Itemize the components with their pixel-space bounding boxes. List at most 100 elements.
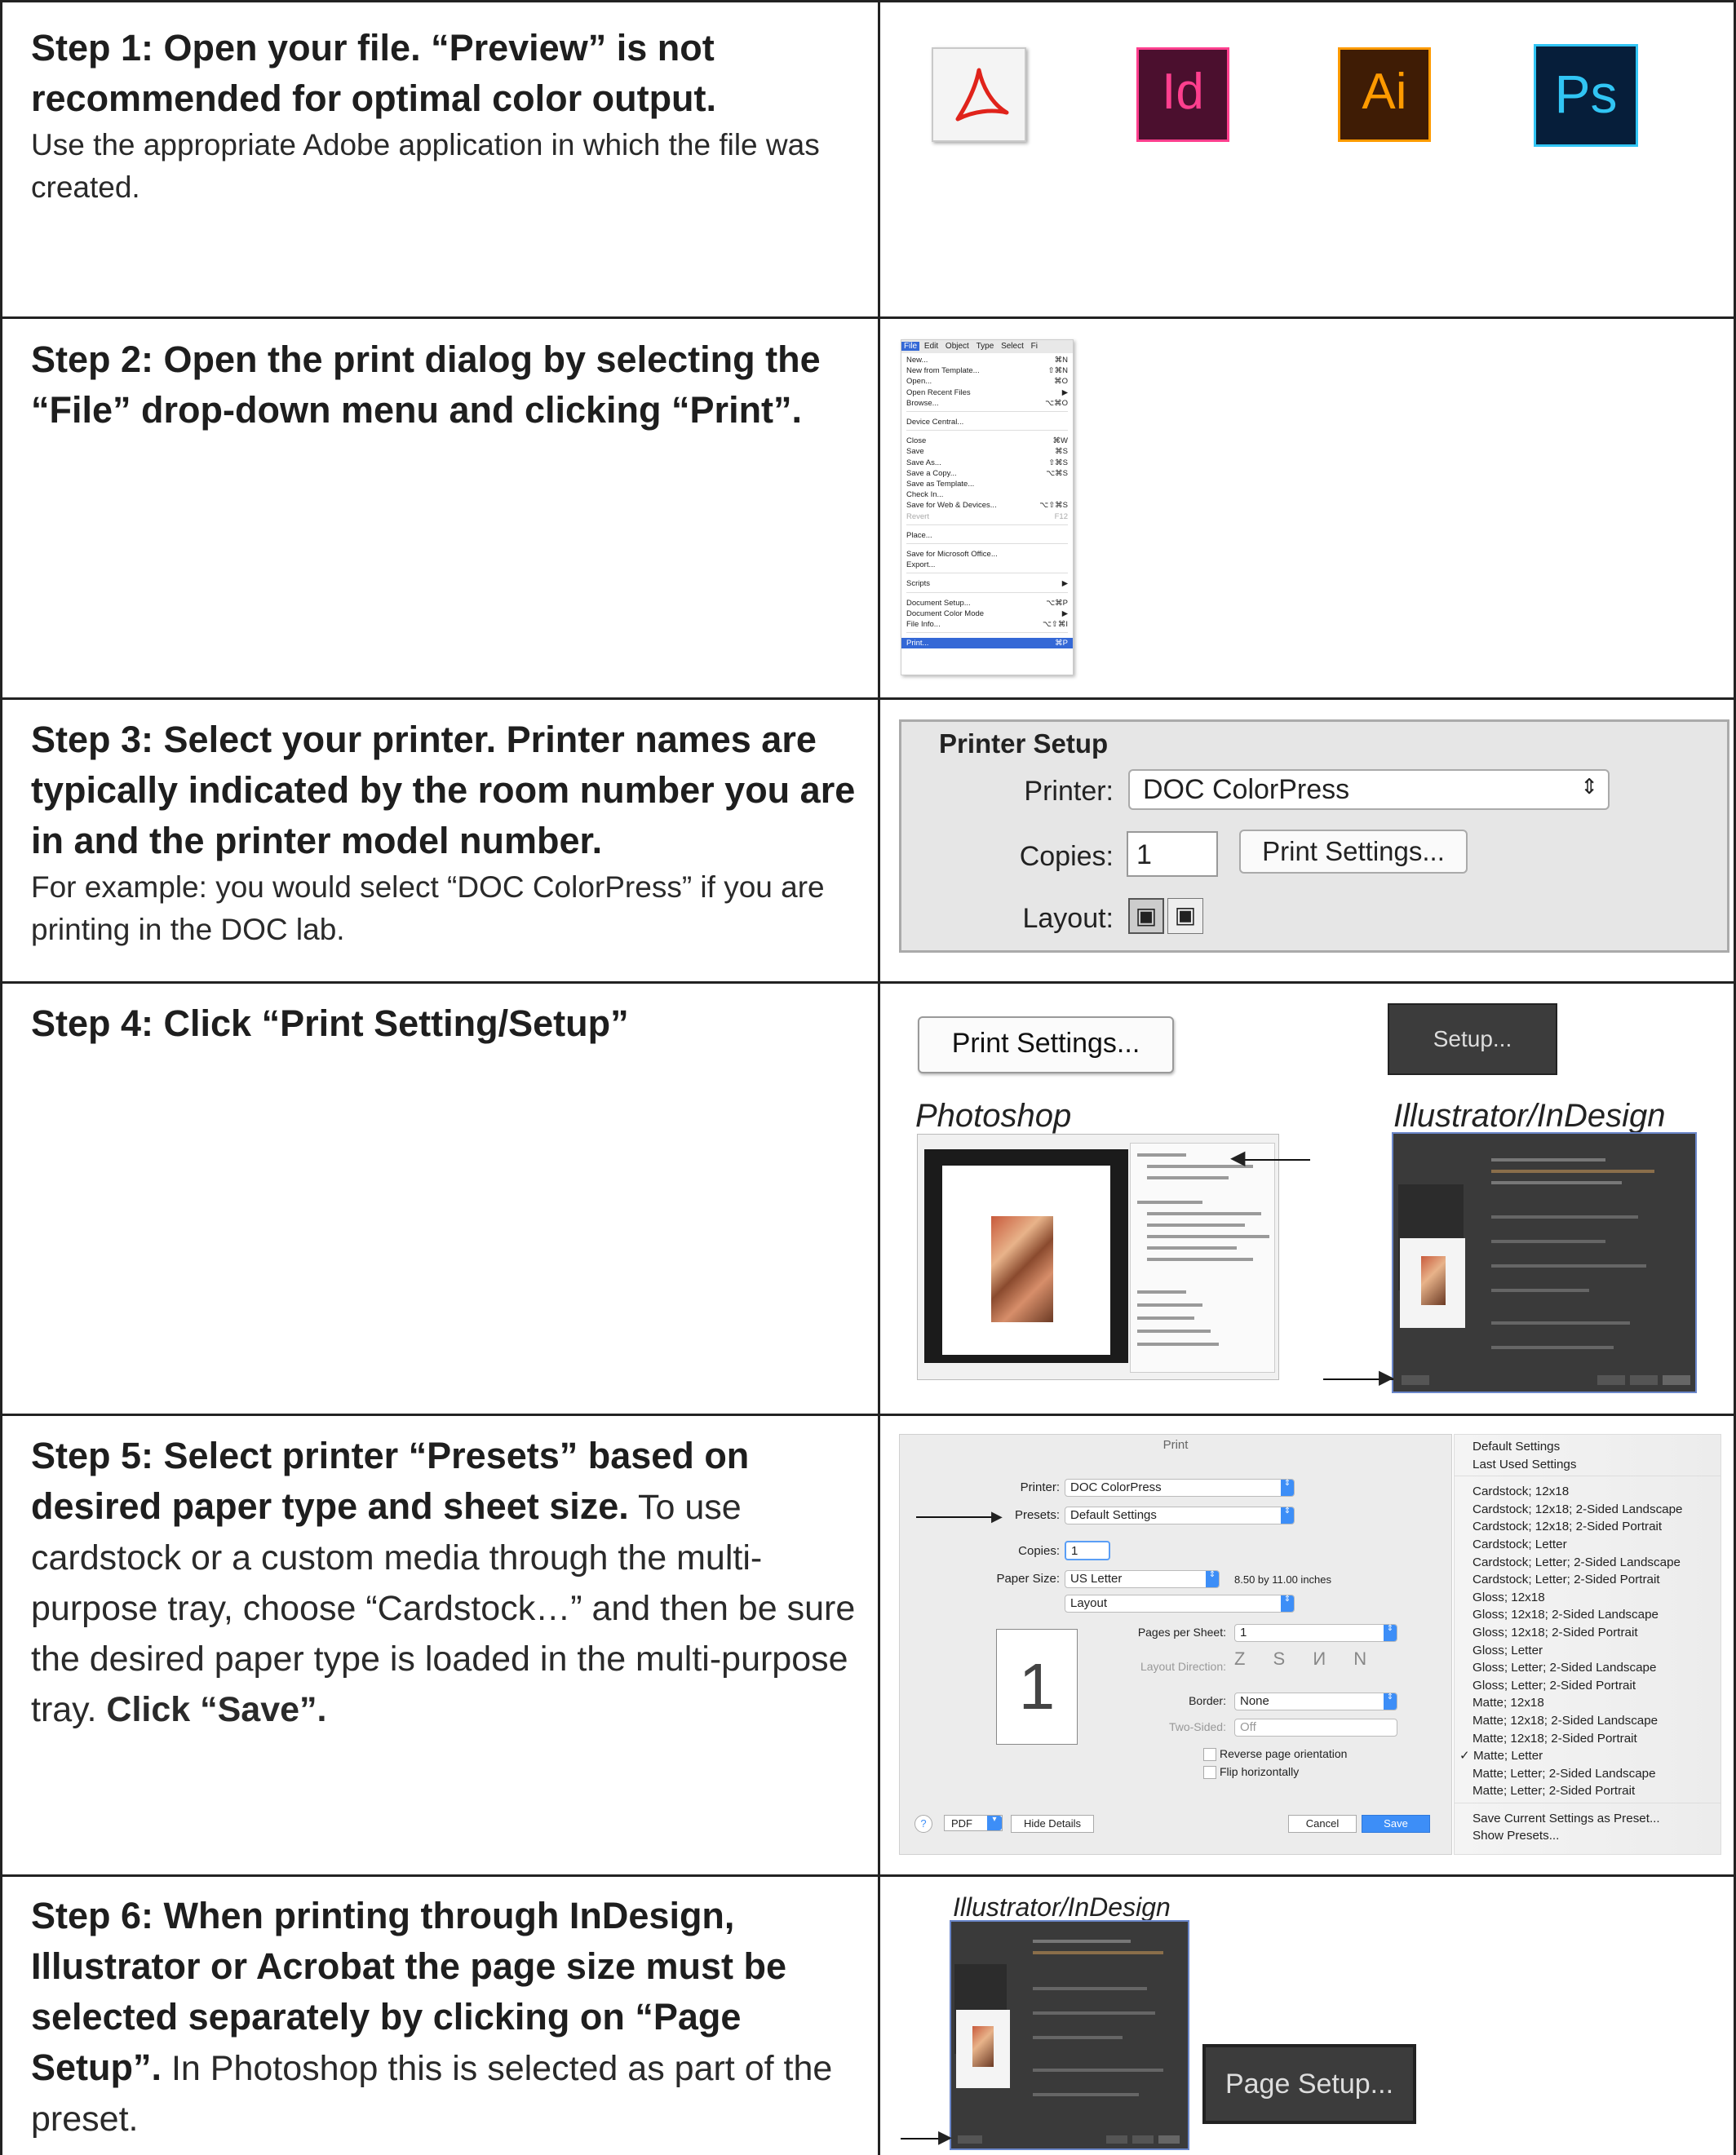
- step-title: Step 2: Open the print dialog by selecti…: [31, 339, 821, 431]
- preset-item[interactable]: Matte; 12x18; 2-Sided Landscape: [1472, 1712, 1720, 1730]
- menu-item[interactable]: Open Recent Files ▶: [906, 387, 1068, 398]
- menu-item[interactable]: Check In...: [906, 489, 1068, 500]
- setup-button[interactable]: Setup...: [1388, 1003, 1557, 1075]
- menu-item[interactable]: Scripts ▶: [906, 578, 1068, 589]
- menu-item[interactable]: Print... ⌘P: [901, 638, 1073, 649]
- preset-item[interactable]: Save Current Settings as Preset...: [1472, 1810, 1720, 1828]
- menu-item[interactable]: File Info... ⌥⇧⌘I: [906, 619, 1068, 630]
- menu-item-label: Browse...: [906, 398, 939, 408]
- print-button[interactable]: [1663, 1375, 1690, 1385]
- stepper-icon: ⇕: [1281, 1480, 1294, 1496]
- preset-item[interactable]: Gloss; Letter; 2-Sided Landscape: [1472, 1659, 1720, 1677]
- menu-item-label: Save as Template...: [906, 480, 975, 489]
- preset-item[interactable]: Matte; Letter; 2-Sided Landscape: [1472, 1765, 1720, 1783]
- menu-item[interactable]: Save ⌘S: [906, 446, 1068, 457]
- preset-item[interactable]: Cardstock; Letter; 2-Sided Portrait: [1472, 1571, 1720, 1589]
- preset-item[interactable]: Default Settings: [1472, 1438, 1720, 1456]
- menu-item-label: New...: [906, 356, 928, 365]
- menu-select[interactable]: Select: [999, 342, 1026, 351]
- presets-select[interactable]: Default Settings ⇕: [1065, 1507, 1295, 1524]
- printer-select[interactable]: DOC ColorPress ⇕: [1065, 1479, 1295, 1497]
- preset-item[interactable]: Gloss; Letter; 2-Sided Portrait: [1472, 1677, 1720, 1695]
- menu-item-label: Save for Web & Devices...: [906, 501, 997, 511]
- menu-item[interactable]: Save As... ⇧⌘S: [906, 458, 1068, 468]
- pages-per-sheet-select[interactable]: 1 ⇕: [1234, 1624, 1397, 1642]
- cancel-button[interactable]: [1132, 2135, 1154, 2144]
- menu-object[interactable]: Object: [943, 342, 972, 351]
- copies-label: Copies:: [1019, 841, 1114, 872]
- menu-item[interactable]: Export...: [906, 560, 1068, 570]
- print-settings-button[interactable]: Print Settings...: [918, 1016, 1174, 1073]
- cancel-button[interactable]: Cancel: [1288, 1815, 1357, 1833]
- menu-file[interactable]: File: [901, 342, 920, 351]
- preset-item[interactable]: Cardstock; 12x18: [1472, 1483, 1720, 1501]
- preset-item[interactable]: Gloss; Letter: [1472, 1642, 1720, 1660]
- step-title: Step 3: Select your printer. Printer nam…: [31, 719, 856, 861]
- step-2-text: Step 2: Open the print dialog by selecti…: [31, 334, 863, 436]
- printer-select[interactable]: DOC ColorPress ⇕: [1128, 769, 1610, 810]
- menu-item[interactable]: New... ⌘N: [906, 355, 1068, 365]
- menu-item[interactable]: Close ⌘W: [906, 436, 1068, 446]
- menu-item[interactable]: Device Central...: [906, 417, 1068, 427]
- stepper-icon: ⇕: [1281, 1507, 1294, 1524]
- menu-item-label: File Info...: [906, 620, 941, 630]
- save-button[interactable]: Save: [1362, 1815, 1430, 1833]
- menu-item[interactable]: Document Setup... ⌥⌘P: [906, 598, 1068, 608]
- two-sided-select[interactable]: Off: [1234, 1719, 1397, 1737]
- preset-item[interactable]: Cardstock; Letter; 2-Sided Landscape: [1472, 1554, 1720, 1572]
- menu-item[interactable]: Save a Copy... ⌥⌘S: [906, 468, 1068, 479]
- pdf-label: PDF: [951, 1817, 972, 1830]
- preset-item[interactable]: Matte; Letter; 2-Sided Portrait: [1472, 1782, 1720, 1800]
- menu-type[interactable]: Type: [974, 342, 997, 351]
- section-select[interactable]: Layout ⇕: [1065, 1595, 1295, 1613]
- cancel-button[interactable]: [1630, 1375, 1658, 1385]
- preset-item[interactable]: Gloss; 12x18; 2-Sided Portrait: [1472, 1624, 1720, 1642]
- menu-item[interactable]: Document Color Mode ▶: [906, 608, 1068, 619]
- print-button[interactable]: [1158, 2135, 1180, 2144]
- page-setup-button[interactable]: [958, 2135, 982, 2144]
- menu-more[interactable]: Fi: [1029, 342, 1040, 351]
- help-button[interactable]: ?: [914, 1815, 932, 1833]
- preset-item[interactable]: Matte; 12x18: [1472, 1694, 1720, 1712]
- reverse-label: Reverse page orientation: [1220, 1747, 1348, 1760]
- menu-item[interactable]: Browse... ⌥⌘O: [906, 398, 1068, 409]
- layout-direction-icons[interactable]: Z S И N: [1234, 1648, 1378, 1670]
- copies-input[interactable]: 1: [1127, 831, 1218, 877]
- menu-item[interactable]: Save for Microsoft Office...: [906, 549, 1068, 560]
- landscape-layout-icon[interactable]: ▣: [1167, 898, 1203, 934]
- preset-item[interactable]: ✓ Matte; Letter: [1459, 1747, 1720, 1765]
- done-button[interactable]: [1106, 2135, 1127, 2144]
- print-settings-button[interactable]: Print Settings...: [1239, 830, 1468, 874]
- preset-item[interactable]: Show Presets...: [1472, 1827, 1720, 1845]
- border-select[interactable]: None ⇕: [1234, 1693, 1397, 1710]
- stepper-icon: ⇕: [1206, 1571, 1219, 1587]
- page-setup-button[interactable]: Page Setup...: [1202, 2044, 1416, 2124]
- menu-item-label: Open Recent Files: [906, 387, 971, 397]
- preset-item[interactable]: Matte; 12x18; 2-Sided Portrait: [1472, 1730, 1720, 1748]
- preset-item[interactable]: Gloss; 12x18: [1472, 1589, 1720, 1607]
- paper-size-select[interactable]: US Letter ⇕: [1065, 1570, 1220, 1588]
- menu-item[interactable]: Open... ⌘O: [906, 376, 1068, 387]
- presets-value: Default Settings: [1070, 1508, 1157, 1522]
- reverse-checkbox[interactable]: [1203, 1748, 1216, 1761]
- menu-item[interactable]: Save as Template...: [906, 479, 1068, 489]
- menu-item[interactable]: Save for Web & Devices... ⌥⇧⌘S: [906, 500, 1068, 511]
- preset-item[interactable]: Cardstock; 12x18; 2-Sided Landscape: [1472, 1501, 1720, 1519]
- menu-item[interactable]: Place...: [906, 530, 1068, 541]
- preset-item[interactable]: Cardstock; Letter: [1472, 1536, 1720, 1554]
- menu-item[interactable]: Revert F12: [906, 511, 1068, 522]
- portrait-layout-icon[interactable]: ▣: [1128, 898, 1164, 934]
- paper-size-label: Paper Size:: [996, 1572, 1060, 1586]
- flip-checkbox[interactable]: [1203, 1766, 1216, 1779]
- menu-edit[interactable]: Edit: [922, 342, 941, 351]
- menu-item[interactable]: New from Template... ⇧⌘N: [906, 365, 1068, 376]
- preset-item[interactable]: Last Used Settings: [1472, 1456, 1720, 1474]
- copies-input[interactable]: 1: [1065, 1541, 1110, 1560]
- preset-item[interactable]: Cardstock; 12x18; 2-Sided Portrait: [1472, 1518, 1720, 1536]
- page-setup-button[interactable]: [1402, 1375, 1429, 1385]
- done-button[interactable]: [1597, 1375, 1625, 1385]
- preset-item[interactable]: Gloss; 12x18; 2-Sided Landscape: [1472, 1606, 1720, 1624]
- hide-details-button[interactable]: Hide Details: [1011, 1815, 1094, 1833]
- pdf-button[interactable]: PDF ▾: [944, 1815, 1003, 1831]
- menu-item-label: Open...: [906, 377, 932, 387]
